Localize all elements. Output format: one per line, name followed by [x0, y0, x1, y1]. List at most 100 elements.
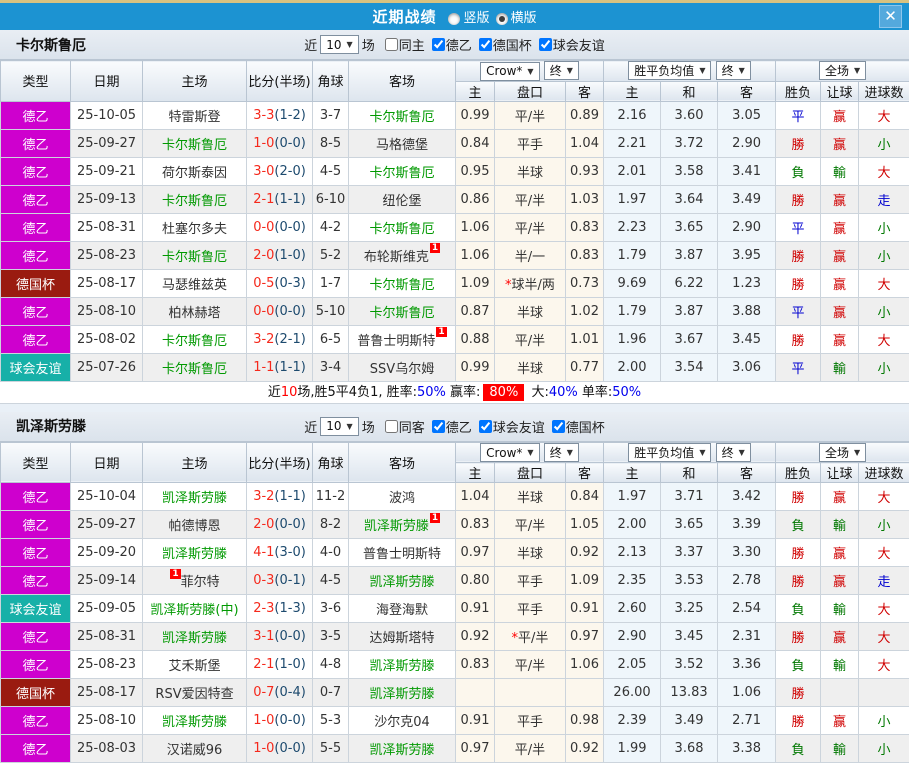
filter-checkbox[interactable] [479, 420, 492, 433]
team-name-text: 马格德堡 [376, 138, 428, 153]
filter-checkbox-label: 球会友谊 [493, 417, 545, 436]
team-name-text: 沙尔克04 [374, 715, 430, 730]
match-date: 25-10-05 [71, 101, 143, 129]
filter-checkbox[interactable] [432, 420, 445, 433]
filter-checkbox-item[interactable]: 德国杯 [472, 35, 532, 54]
mean-draw: 6.22 [661, 269, 718, 297]
filter-checkbox[interactable] [539, 38, 552, 51]
period-select[interactable]: 全场▼ [819, 61, 866, 80]
odds-home: 0.83 [456, 651, 495, 679]
filter-checkbox-label: 同主 [399, 35, 425, 54]
result-outcome: 負 [776, 157, 821, 185]
home-team: 凯泽斯劳滕 [143, 707, 247, 735]
mean-draw: 3.68 [661, 735, 718, 763]
odds-time-select[interactable]: 终▼ [544, 443, 579, 462]
odds-time-select[interactable]: 终▼ [544, 61, 579, 80]
match-type: 德乙 [1, 707, 71, 735]
result-goals: 小 [859, 241, 909, 269]
mean-draw: 3.65 [661, 213, 718, 241]
filter-checkbox-item[interactable]: 同客 [378, 417, 425, 436]
mean-away: 3.42 [718, 483, 776, 511]
corners: 3-5 [313, 623, 349, 651]
home-team: 卡尔斯鲁厄 [143, 129, 247, 157]
match-date: 25-08-23 [71, 651, 143, 679]
odds-handicap: *球半/两 [495, 269, 566, 297]
match-type: 德乙 [1, 623, 71, 651]
mean-away: 3.06 [718, 353, 776, 381]
summary-segment: 10 [281, 385, 298, 400]
mean-home: 2.01 [604, 157, 661, 185]
score: 0-7(0-4) [247, 679, 313, 707]
corners: 4-5 [313, 157, 349, 185]
result-handicap [821, 679, 859, 707]
result-goals: 大 [859, 595, 909, 623]
odds-handicap: 半/一 [495, 241, 566, 269]
mean-time-select[interactable]: 终▼ [716, 61, 751, 80]
team-name-text: 特雷斯登 [168, 110, 220, 125]
odds-home: 1.09 [456, 269, 495, 297]
filter-checkbox-item[interactable]: 同主 [378, 35, 425, 54]
filter-checkbox-item[interactable]: 德乙 [425, 417, 472, 436]
odds-handicap: 平/半 [495, 101, 566, 129]
period-select[interactable]: 全场▼ [819, 443, 866, 462]
filter-checkbox[interactable] [432, 38, 445, 51]
result-outcome: 平 [776, 353, 821, 381]
summary-segment: 单率: [578, 385, 613, 400]
odds-source-select[interactable]: Crow*▼ [480, 62, 539, 81]
layout-radio[interactable] [448, 13, 460, 25]
mean-group-header: 胜平负均值▼ 终▼ [604, 61, 776, 82]
away-team: 凯泽斯劳滕 [349, 735, 456, 763]
mean-draw: 3.87 [661, 241, 718, 269]
odds-handicap: 平/半 [495, 511, 566, 539]
mean-type-select[interactable]: 胜平负均值▼ [628, 443, 711, 462]
match-row: 德乙25-08-31凯泽斯劳滕3-1(0-0)3-5达姆斯塔特0.92*平/半0… [1, 623, 909, 651]
col-header-score: 比分(半场) [247, 442, 313, 483]
match-count-select[interactable]: 10▼ [320, 35, 358, 54]
team-name-text: 卡尔斯鲁厄 [369, 222, 434, 237]
filter-checkbox[interactable] [552, 420, 565, 433]
match-type: 德国杯 [1, 679, 71, 707]
filter-checkbox[interactable] [479, 38, 492, 51]
filter-checkbox[interactable] [385, 38, 398, 51]
odds-handicap: 半球 [495, 483, 566, 511]
odds-source-select[interactable]: Crow*▼ [480, 443, 539, 462]
near-label: 近 [304, 417, 317, 436]
odds-away: 1.02 [566, 297, 604, 325]
match-date: 25-09-27 [71, 129, 143, 157]
mean-draw: 3.64 [661, 185, 718, 213]
result-handicap: 赢 [821, 623, 859, 651]
titlebar: 近期战绩 竖版横版 ✕ [0, 3, 909, 30]
team-name-text: 卡尔斯鲁厄 [369, 110, 434, 125]
col-header-away: 客场 [349, 442, 456, 483]
odds-handicap: 半球 [495, 353, 566, 381]
match-row: 德乙25-09-27帕德博恩2-0(0-0)8-2凯泽斯劳滕10.83平/半1.… [1, 511, 909, 539]
match-count-select[interactable]: 10▼ [320, 417, 358, 436]
layout-radio[interactable] [496, 13, 508, 25]
filter-checkbox-item[interactable]: 球会友谊 [472, 417, 545, 436]
odds-away: 0.98 [566, 707, 604, 735]
odds-home: 0.95 [456, 157, 495, 185]
score: 0-0(0-0) [247, 297, 313, 325]
mean-time-select[interactable]: 终▼ [716, 443, 751, 462]
mean-home: 2.35 [604, 567, 661, 595]
filter-checkbox-item[interactable]: 球会友谊 [532, 35, 605, 54]
filter-checkbox-item[interactable]: 德国杯 [545, 417, 605, 436]
team-name-text: 波鸿 [389, 491, 415, 506]
mean-away: 3.95 [718, 241, 776, 269]
chevron-down-icon: ▼ [347, 40, 353, 49]
close-icon[interactable]: ✕ [879, 5, 902, 28]
team-name-text: 凯泽斯劳滕 [162, 715, 227, 730]
mean-type-select[interactable]: 胜平负均值▼ [628, 61, 711, 80]
mean-home: 2.13 [604, 539, 661, 567]
odds-away: 1.09 [566, 567, 604, 595]
asterisk-marker: * [512, 631, 519, 646]
match-row: 德乙25-08-03汉诺威961-0(0-0)5-5凯泽斯劳滕0.97平/半0.… [1, 735, 909, 763]
filter-checkbox-item[interactable]: 德乙 [425, 35, 472, 54]
filter-checkbox[interactable] [385, 420, 398, 433]
result-goals: 大 [859, 539, 909, 567]
mean-draw: 3.65 [661, 511, 718, 539]
match-type: 德乙 [1, 483, 71, 511]
score: 1-0(0-0) [247, 129, 313, 157]
col-header-score: 比分(半场) [247, 61, 313, 102]
result-goals: 大 [859, 325, 909, 353]
